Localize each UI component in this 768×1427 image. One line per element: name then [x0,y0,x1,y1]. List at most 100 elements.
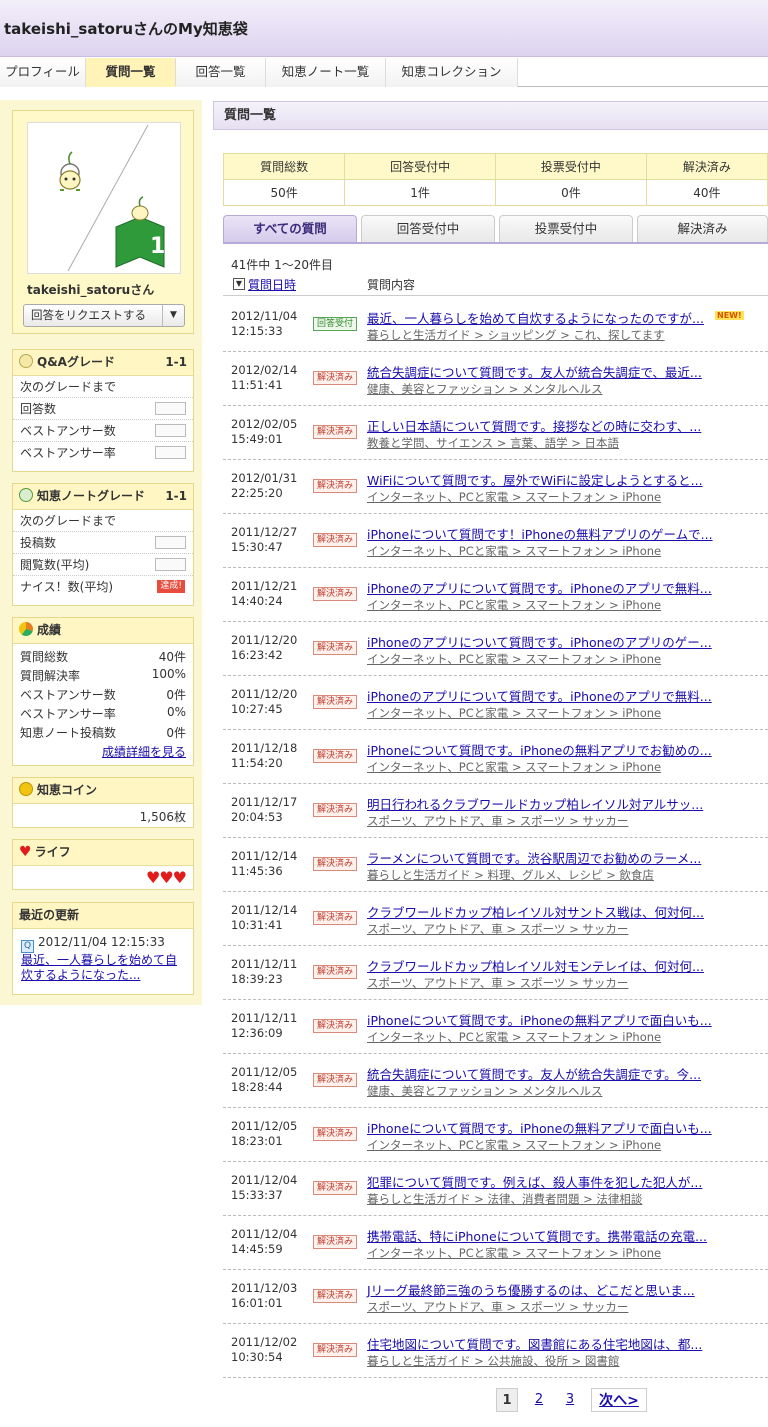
question-title-link[interactable]: ラーメンについて質問です。渋谷駅周辺でお勧めのラーメ... [367,848,701,867]
status-badge: 解決済み [313,857,357,871]
question-title-link[interactable]: iPhoneについて質問です。iPhoneの無料アプリでお勧めの... [367,740,712,759]
question-time: 14:45:59 [231,1242,283,1256]
question-time: 16:01:01 [231,1296,283,1310]
category-path-link[interactable]: 暮らしと生活ガイド > 公共施設、役所 > 図書館 [367,1353,619,1369]
question-title-link[interactable]: iPhoneについて質問です！iPhoneの無料アプリのゲームで... [367,524,713,543]
category-path-link[interactable]: スポーツ、アウトドア、車 > スポーツ > サッカー [367,1299,628,1315]
filter-tab-resolved[interactable]: 解決済み [637,215,768,242]
question-title-link[interactable]: クラブワールドカップ柏レイソル対サントス戦は、何対何... [367,902,704,921]
question-row: 2011/12/04 14:45:59 解決済み 携帯電話、特にiPhoneについて質… [223,1216,768,1270]
question-title-link[interactable]: iPhoneのアプリについて質問です。iPhoneのアプリで無料... [367,578,712,597]
avatar[interactable]: 1 [27,122,181,274]
question-datetime: 2011/12/03 16:01:01 [231,1281,297,1311]
category-path-link[interactable]: インターネット、PCと家電 > スマートフォン > iPhone [367,1137,661,1153]
tab-profile[interactable]: プロフィール [0,58,86,87]
question-date: 2011/12/05 [231,1119,298,1133]
result-row: 質問解決率 100% [20,667,186,686]
stats-header: 質問総数 [222,153,346,180]
row-label: 閲覧数(平均) [20,558,90,572]
filter-tab-open[interactable]: 回答受付中 [361,215,495,242]
question-title-link[interactable]: iPhoneのアプリについて質問です。iPhoneのアプリのゲー... [367,632,712,651]
question-time: 12:36:09 [231,1026,283,1040]
life-hearts: ♥♥♥ [145,868,187,887]
question-date: 2011/12/18 [231,741,298,755]
tab-questions[interactable]: 質問一覧 [86,58,176,87]
question-row: 2011/12/05 18:28:44 解決済み 統合失調症について質問です。友人が統… [223,1054,768,1108]
question-title-link[interactable]: 統合失調症について質問です。友人が統合失調症です。今... [367,1064,701,1083]
content-column-label: 質問内容 [367,278,416,292]
category-path-link[interactable]: 健康、美容とファッション > メンタルヘルス [367,381,602,397]
question-row: 2011/12/14 11:45:36 解決済み ラーメンについて質問です。渋谷駅周辺… [223,838,768,892]
tab-collection[interactable]: 知恵コレクション [386,58,518,87]
question-title-link[interactable]: 最近、一人暮らしを始めて自炊するようになったのですが... [367,308,704,327]
category-path-link[interactable]: 教養と学問、サイエンス > 言葉、語学 > 日本語 [367,435,619,451]
category-path-link[interactable]: インターネット、PCと家電 > スマートフォン > iPhone [367,1029,661,1045]
question-title-link[interactable]: iPhoneのアプリについて質問です。iPhoneのアプリで無料... [367,686,712,705]
question-title-link[interactable]: 住宅地図について質問です。図書館にある住宅地図は、都... [367,1334,702,1353]
page-3[interactable]: 3 [559,1388,581,1412]
status-badge: 解決済み [313,1235,357,1249]
question-row: 2012/02/14 11:51:41 解決済み 統合失調症について質問です。友人が統… [223,352,768,406]
question-title-link[interactable]: クラブワールドカップ柏レイソル対モンテレイは、何対何... [367,956,704,975]
column-header: ▼ 質問日時 質問内容 [223,274,768,296]
row-label: ナイス！数(平均) [20,580,114,594]
question-time: 16:23:42 [231,648,283,662]
request-answer-button[interactable]: 回答をリクエストする ▼ [23,304,185,327]
tab-notes[interactable]: 知恵ノート一覧 [266,58,386,87]
category-path-link[interactable]: インターネット、PCと家電 > スマートフォン > iPhone [367,597,661,613]
page-1[interactable]: 1 [496,1388,518,1412]
tab-answers[interactable]: 回答一覧 [176,58,266,87]
question-title-link[interactable]: 明日行われるクラブワールドカップ柏レイソル対アルサッ... [367,794,703,813]
category-path-link[interactable]: スポーツ、アウトドア、車 > スポーツ > サッカー [367,921,628,937]
progress-meter [155,536,186,549]
category-path-link[interactable]: 暮らしと生活ガイド > 法律、消費者問題 > 法律相談 [367,1191,642,1207]
results-detail-link[interactable]: 成績詳細を見る [102,745,186,759]
category-path-link[interactable]: インターネット、PCと家電 > スマートフォン > iPhone [367,651,661,667]
result-value: 0件 [166,688,186,702]
question-date: 2012/02/14 [231,363,298,377]
sort-date-link[interactable]: 質問日時 [248,276,296,293]
category-path-link[interactable]: インターネット、PCと家電 > スマートフォン > iPhone [367,759,661,775]
results-detail-row: 成績詳細を見る [20,743,186,762]
stats-value: 40件 [645,179,768,206]
filter-tab-all[interactable]: すべての質問 [223,215,357,242]
pie-chart-icon [19,622,33,636]
category-path-link[interactable]: インターネット、PCと家電 > スマートフォン > iPhone [367,1245,661,1261]
question-row: 2011/12/14 10:31:41 解決済み クラブワールドカップ柏レイソル対サン… [223,892,768,946]
sort-icon[interactable]: ▼ [233,278,245,290]
category-path-link[interactable]: スポーツ、アウトドア、車 > スポーツ > サッカー [367,813,628,829]
question-title-link[interactable]: 犯罪について質問です。例えば、殺人事件を犯した犯人が... [367,1172,702,1191]
category-path-link[interactable]: インターネット、PCと家電 > スマートフォン > iPhone [367,543,661,559]
category-path-link[interactable]: 健康、美容とファッション > メンタルヘルス [367,1083,602,1099]
filter-tab-voting[interactable]: 投票受付中 [499,215,633,242]
question-title-link[interactable]: iPhoneについて質問です。iPhoneの無料アプリで面白いも... [367,1118,712,1137]
result-row: 知恵ノート投稿数 0件 [20,724,186,743]
question-title-link[interactable]: WiFiについて質問です。屋外でWiFiに設定しようとすると... [367,470,703,489]
question-title-link[interactable]: 統合失調症について質問です。友人が統合失調症で、最近... [367,362,702,381]
question-title-link[interactable]: Jリーグ最終節三強のうち優勝するのは、どこだと思いま... [367,1280,695,1299]
next-page-link[interactable]: 次へ> [591,1388,647,1412]
category-path-link[interactable]: スポーツ、アウトドア、車 > スポーツ > サッカー [367,975,628,991]
username: takeishi_satoruさん [27,283,155,297]
category-path-link[interactable]: 暮らしと生活ガイド > ショッピング > これ、探してます [367,327,665,343]
question-row: 2012/01/31 22:25:20 解決済み WiFiについて質問です。屋外でWi… [223,460,768,514]
question-title-link[interactable]: 携帯電話、特にiPhoneについて質問です。携帯電話の充電... [367,1226,707,1245]
question-time: 18:28:44 [231,1080,283,1094]
status-badge: 解決済み [313,641,357,655]
question-time: 15:30:47 [231,540,283,554]
chevron-down-icon[interactable]: ▼ [162,305,184,326]
question-row: 2011/12/27 15:30:47 解決済み iPhoneについて質問です！iPh… [223,514,768,568]
question-time: 12:15:33 [231,324,283,338]
category-path-link[interactable]: インターネット、PCと家電 > スマートフォン > iPhone [367,489,661,505]
status-badge: 解決済み [313,1289,357,1303]
page-2[interactable]: 2 [528,1388,550,1412]
question-title-link[interactable]: 正しい日本語について質問です。接拶などの時に交わす、... [367,416,701,435]
profile-box: 1 takeishi_satoruさん 回答をリクエストする ▼ [12,110,194,334]
recent-link[interactable]: 最近、一人暮らしを始めて自炊するようになった... [21,953,185,983]
question-title-link[interactable]: iPhoneについて質問です。iPhoneの無料アプリで面白いも... [367,1010,712,1029]
category-path-link[interactable]: インターネット、PCと家電 > スマートフォン > iPhone [367,705,661,721]
status-badge: 解決済み [313,749,357,763]
category-path-link[interactable]: 暮らしと生活ガイド > 料理、グルメ、レシピ > 飲食店 [367,867,654,883]
question-date: 2011/12/20 [231,687,298,701]
note-grade-value: 1-1 [165,489,187,503]
